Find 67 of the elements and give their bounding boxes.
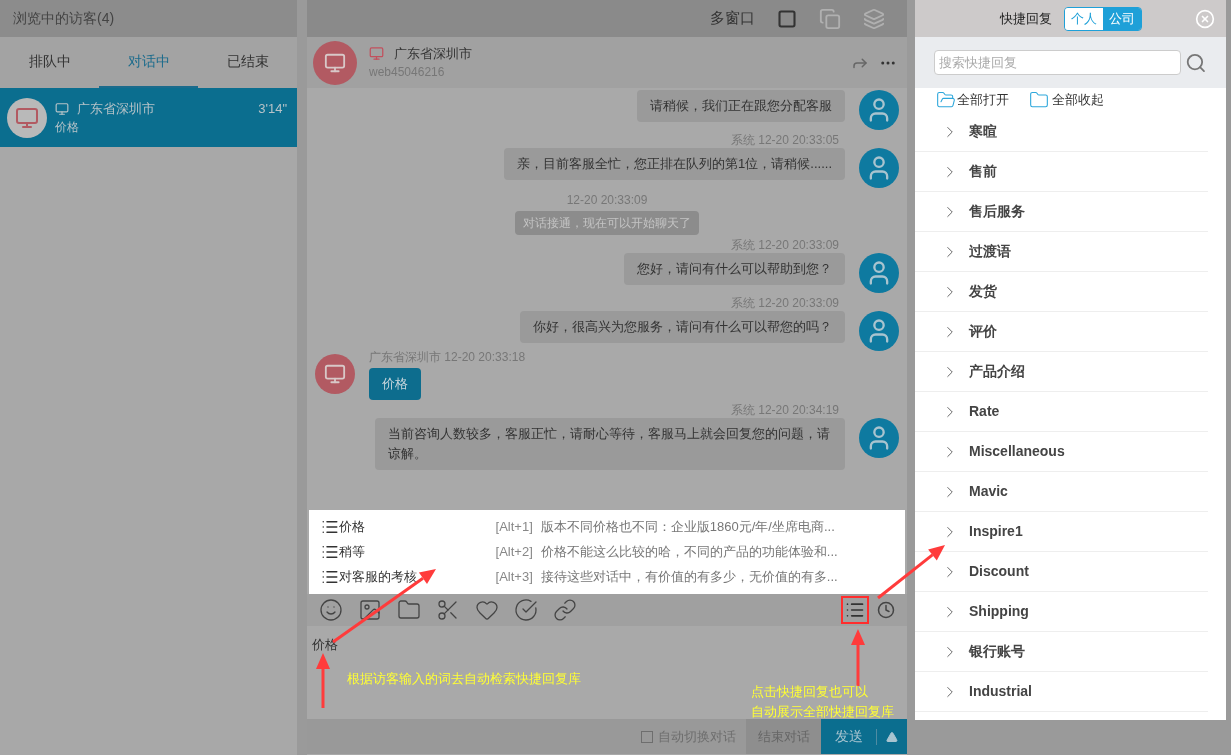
agent-avatar <box>859 90 899 130</box>
single-window-icon[interactable] <box>777 8 797 29</box>
image-icon[interactable] <box>358 598 382 622</box>
visitor-avatar <box>313 40 357 85</box>
category-item[interactable]: 银行账号 <box>915 632 1208 672</box>
annotation-note: 根据访客输入的词去自动检索快捷回复库 <box>347 670 581 688</box>
tab[interactable]: 排队中 <box>0 37 99 88</box>
category-item[interactable]: Rate <box>915 392 1208 432</box>
check-circle-icon[interactable] <box>514 598 538 622</box>
monitor-icon <box>55 101 69 116</box>
suggestion-item[interactable]: 稍等 [Alt+2] 价格不能这么比较的哈，不同的产品的功能体验和... <box>321 541 893 563</box>
panel-title: 浏览中的访客(4) <box>13 9 115 28</box>
category-item[interactable]: 过渡语 <box>915 232 1208 272</box>
agent-avatar <box>859 253 899 293</box>
category-item[interactable]: Shipping <box>915 592 1208 632</box>
list-icon <box>845 600 865 620</box>
suggestion-item[interactable]: 价格 [Alt+1] 版本不同价格也不同：企业版1860元/年/坐席电商... <box>321 516 893 538</box>
category-item[interactable]: 寒暄 <box>915 112 1208 152</box>
visitor-avatar <box>315 354 355 394</box>
search-icon[interactable] <box>1185 51 1207 74</box>
category-item[interactable]: 售前 <box>915 152 1208 192</box>
category-item[interactable]: 评价 <box>915 312 1208 352</box>
message-bubble: 亲，目前客服全忙，您正排在队列的第1位，请稍候...... <box>504 148 845 180</box>
list-icon <box>321 518 339 536</box>
message-bubble: 当前咨询人数较多，客服正忙，请耐心等待，客服马上就会回复您的问题，请谅解。 <box>375 417 845 470</box>
panel-title: 快捷回复 <box>999 9 1052 28</box>
visitor-avatar <box>7 97 47 138</box>
category-item[interactable]: 产品介绍 <box>915 352 1208 392</box>
category-item[interactable]: Industrial <box>915 672 1208 712</box>
dropdown-arrow-icon[interactable] <box>886 730 898 743</box>
visitor-location: 广东省深圳市 <box>77 99 155 118</box>
search-field[interactable]: 搜索快捷回复 <box>934 50 1182 75</box>
list-icon <box>321 568 339 586</box>
last-message: 价格 <box>55 119 80 137</box>
annotation-arrow <box>877 545 945 600</box>
agent-avatar <box>859 311 899 351</box>
collapse-all-button[interactable]: 全部收起 <box>1029 90 1104 110</box>
open-folder-icon <box>936 90 956 110</box>
folder-icon[interactable] <box>397 598 421 622</box>
folder-icon <box>1029 90 1049 110</box>
message-bubble: 您好，请问有什么可以帮助到您？ <box>624 253 845 285</box>
agent-avatar <box>859 417 899 458</box>
category-item[interactable]: 售后服务 <box>915 192 1208 232</box>
list-icon <box>321 543 339 561</box>
agent-avatar <box>859 148 899 188</box>
message-bubble: 请稍候，我们正在跟您分配客服 <box>637 90 845 122</box>
message-bubble: 你好，很高兴为您服务，请问有什么可以帮您的吗？ <box>520 311 845 343</box>
quick-reply-button[interactable] <box>841 596 869 624</box>
visitor-location: 广东省深圳市 <box>394 44 472 63</box>
category-item[interactable]: Mavic <box>915 472 1208 512</box>
heart-icon[interactable] <box>475 598 499 622</box>
clock-icon[interactable] <box>877 601 895 619</box>
annotation-arrow <box>851 629 865 686</box>
link-icon[interactable] <box>553 598 577 622</box>
message-bubble: 价格 <box>369 368 421 400</box>
message-input[interactable]: 价格 <box>312 637 338 652</box>
tab[interactable]: 已结束 <box>198 37 297 88</box>
suggestion-item[interactable]: 对客服的考核 [Alt+3] 接待这些对话中，有价值的有多少，无价值的有多... <box>321 566 893 588</box>
multi-window-label: 多窗口 <box>710 8 755 29</box>
category-item[interactable]: Miscellaneous <box>915 432 1208 472</box>
category-item[interactable]: 发货 <box>915 272 1208 312</box>
expand-all-button[interactable]: 全部打开 <box>936 90 1009 110</box>
smiley-icon[interactable] <box>319 598 343 622</box>
annotation-note: 点击快捷回复也可以 自动展示全部快捷回复库 <box>751 683 894 721</box>
annotation-arrow <box>316 653 330 708</box>
session-duration: 3'14" <box>258 99 287 118</box>
monitor-icon <box>369 46 384 61</box>
